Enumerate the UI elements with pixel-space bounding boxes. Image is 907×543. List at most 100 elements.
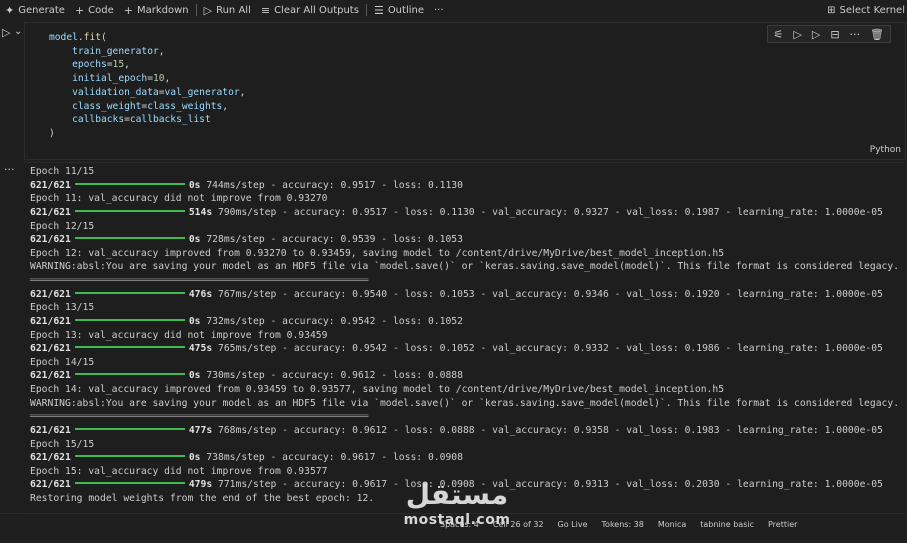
cell-language-label[interactable]: Python: [870, 145, 901, 155]
step-count: 621/621: [30, 370, 71, 382]
code-line: callbacks=callbacks_list: [72, 114, 211, 126]
execute-below-icon[interactable]: ▷: [812, 28, 820, 41]
step-time: 477s: [188, 424, 213, 436]
select-kernel-button[interactable]: ⊞ Select Kernel: [827, 0, 905, 20]
code-cell[interactable]: model.fit( train_generator, epochs=15, i…: [24, 22, 906, 160]
notebook-toolbar: ✦ Generate + Code + Markdown ▷ Run All ≡…: [0, 0, 907, 20]
run-cell-icon[interactable]: ▷: [2, 26, 10, 39]
code-line: validation_data=val_generator,: [72, 86, 246, 98]
step-time: 0s: [188, 179, 201, 191]
toolbar-divider: [195, 4, 197, 16]
add-markdown-label: Markdown: [136, 4, 189, 16]
metrics-text: 744ms/step - accuracy: 0.9517 - loss: 0.…: [200, 179, 463, 191]
split-cell-icon[interactable]: ⊟: [830, 28, 839, 41]
metrics-text: 771ms/step - accuracy: 0.9617 - loss: 0.…: [212, 479, 883, 491]
step-time: 0s: [188, 234, 201, 246]
code-line: ): [49, 127, 55, 139]
watermark-logo: مستقل mostaql.com: [392, 478, 522, 538]
output-text: Epoch 11/15 621/621 0s 744ms/step - accura…: [30, 165, 904, 506]
progress-line: 621/621 477s 768ms/step - accuracy: 0.961…: [30, 424, 904, 438]
step-count: 621/621: [30, 288, 71, 300]
step-time: 479s: [188, 479, 213, 491]
step-time: 476s: [188, 288, 213, 300]
run-all-label: Run All: [216, 4, 251, 16]
step-count: 621/621: [30, 234, 71, 246]
code-token: validation_data: [72, 86, 159, 98]
step-time: 514s: [188, 206, 213, 218]
code-token: callbacks: [72, 114, 125, 126]
status-item[interactable]: Go Live: [558, 520, 588, 529]
metrics-text: 728ms/step - accuracy: 0.9539 - loss: 0.…: [200, 234, 463, 246]
status-item[interactable]: Monica: [658, 520, 686, 529]
generate-button[interactable]: ✦ Generate: [0, 0, 70, 20]
status-item[interactable]: tabnine basic: [700, 520, 754, 529]
cell-toolbar: ⚟ ▷ ▷ ⊟ ··· 🗑: [766, 25, 891, 43]
watermark-arabic: مستقل: [405, 478, 509, 511]
progress-bar: [74, 237, 185, 240]
add-code-label: Code: [88, 4, 114, 16]
code-line: train_generator,: [72, 45, 165, 57]
metrics-text: 790ms/step - accuracy: 0.9517 - loss: 0.…: [212, 206, 883, 218]
select-kernel-label: Select Kernel: [839, 4, 905, 16]
add-markdown-button[interactable]: + Markdown: [119, 0, 194, 20]
output-line: Epoch 14/15: [30, 356, 95, 368]
outline-button[interactable]: ☰ Outline: [369, 0, 429, 20]
progress-bar: [74, 291, 185, 294]
plus-icon: +: [74, 3, 85, 17]
metrics-text: 767ms/step - accuracy: 0.9540 - loss: 0.…: [212, 288, 883, 300]
output-line: Epoch 12: val_accuracy improved from 0.9…: [30, 247, 725, 259]
clear-outputs-button[interactable]: ≡ Clear All Outputs: [256, 0, 364, 20]
output-line: Epoch 13/15: [30, 302, 95, 314]
run-options-chevron-icon[interactable]: ⌄: [14, 26, 22, 37]
outline-label: Outline: [387, 4, 424, 16]
watermark-latin: mostaql.com: [403, 512, 511, 528]
output-line: Epoch 11: val_accuracy did not improve f…: [30, 193, 328, 205]
metrics-text: 768ms/step - accuracy: 0.9612 - loss: 0.…: [212, 424, 883, 436]
list-icon: ☰: [373, 3, 384, 17]
progress-bar: [74, 482, 185, 485]
output-divider-line: ════════════════════════════════════════…: [30, 275, 369, 286]
toolbar-divider: [365, 4, 367, 16]
more-actions-button[interactable]: ···: [429, 0, 449, 20]
metrics-text: 765ms/step - accuracy: 0.9542 - loss: 0.…: [212, 343, 883, 355]
progress-bar: [74, 427, 185, 430]
cell-more-icon[interactable]: ···: [850, 28, 861, 41]
code-line: model.fit(: [49, 32, 107, 43]
step-count: 621/621: [30, 315, 71, 327]
code-token: model: [49, 32, 78, 43]
metrics-text: 730ms/step - accuracy: 0.9612 - loss: 0.…: [200, 370, 463, 382]
step-time: 0s: [188, 370, 201, 382]
progress-line: 621/621 0s 728ms/step - accuracy: 0.9539 …: [30, 233, 904, 247]
step-count: 621/621: [30, 206, 71, 218]
run-all-button[interactable]: ▷ Run All: [199, 0, 256, 20]
step-count: 621/621: [30, 479, 71, 491]
clear-all-icon: ≡: [260, 3, 271, 17]
status-item[interactable]: Prettier: [768, 520, 797, 529]
output-line: Epoch 15/15: [30, 438, 95, 450]
progress-line: 621/621 0s 732ms/step - accuracy: 0.9542 …: [30, 315, 904, 329]
output-line: Epoch 14: val_accuracy improved from 0.9…: [30, 384, 725, 395]
code-editor[interactable]: model.fit( train_generator, epochs=15, i…: [49, 31, 245, 141]
add-code-button[interactable]: + Code: [70, 0, 119, 20]
progress-line: 621/621 0s 730ms/step - accuracy: 0.9612 …: [30, 369, 904, 383]
progress-bar: [74, 373, 185, 376]
run-all-icon: ▷: [203, 3, 213, 17]
output-line: Epoch 12/15: [30, 220, 95, 232]
run-by-line-icon[interactable]: ⚟: [774, 28, 784, 41]
execute-above-icon[interactable]: ▷: [793, 28, 801, 41]
code-line: initial_epoch=10,: [72, 73, 171, 85]
delete-cell-icon[interactable]: 🗑: [870, 28, 884, 41]
more-label: ···: [434, 4, 444, 16]
output-more-icon[interactable]: ···: [4, 163, 15, 176]
step-count: 621/621: [30, 179, 71, 191]
step-count: 621/621: [30, 343, 71, 355]
code-token: class_weights: [147, 100, 223, 112]
step-time: 0s: [188, 452, 201, 464]
status-item[interactable]: Tokens: 38: [602, 520, 644, 529]
sparkle-icon: ✦: [5, 3, 15, 17]
generate-label: Generate: [18, 4, 65, 16]
output-line: WARNING:absl:You are saving your model a…: [30, 397, 904, 409]
output-line: Epoch 13: val_accuracy did not improve f…: [30, 329, 328, 341]
progress-bar: [74, 209, 185, 212]
progress-line: 621/621 475s 765ms/step - accuracy: 0.954…: [30, 342, 904, 356]
